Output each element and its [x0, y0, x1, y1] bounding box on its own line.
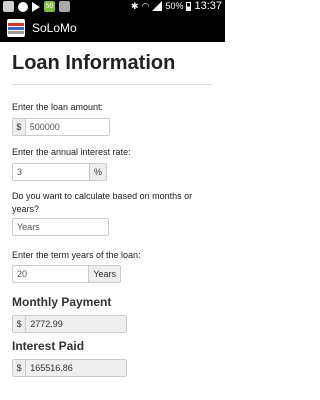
- loan-amount-field: $: [12, 118, 110, 136]
- interest-rate-label: Enter the annual interest rate:: [12, 147, 131, 157]
- currency-prefix: $: [13, 119, 26, 135]
- whatsapp-notification-icon: [18, 1, 28, 12]
- term-input[interactable]: [13, 266, 89, 282]
- interest-paid-field: $: [12, 359, 127, 377]
- interest-rate-input[interactable]: [13, 164, 89, 180]
- bluetooth-icon: ✱: [131, 0, 139, 11]
- play-notification-icon: [32, 1, 40, 12]
- years-suffix: Years: [88, 266, 120, 282]
- battery-percent: 50%: [165, 1, 184, 11]
- notification-icons: 50: [3, 1, 70, 12]
- interest-paid-output[interactable]: [26, 360, 126, 376]
- interest-paid-heading: Interest Paid: [12, 339, 85, 353]
- term-label: Enter the term years of the loan:: [12, 250, 141, 260]
- calc-basis-field: [12, 218, 109, 236]
- count-notification-icon: 50: [44, 1, 55, 12]
- calc-basis-input[interactable]: [13, 219, 108, 235]
- monthly-payment-heading: Monthly Payment: [12, 295, 112, 309]
- loan-amount-label: Enter the loan amount:: [12, 102, 104, 112]
- monthly-payment-field: $: [12, 315, 127, 333]
- signal-icon: [152, 1, 163, 11]
- monthly-payment-output[interactable]: [26, 316, 126, 332]
- action-bar: SoLoMo: [0, 15, 225, 42]
- app-title: SoLoMo: [32, 21, 77, 35]
- term-field: Years: [12, 265, 121, 283]
- clock: 13:37: [194, 0, 222, 12]
- page-title: Loan Information: [12, 52, 176, 74]
- interest-rate-field: %: [12, 163, 107, 181]
- title-divider: [12, 84, 213, 85]
- system-icons: ✱ ◠ 50% 13:37: [131, 0, 222, 12]
- calc-basis-label: Do you want to calculate based on months…: [12, 191, 193, 214]
- app-notification-icon: [59, 1, 70, 12]
- app-logo-icon[interactable]: [7, 19, 25, 37]
- percent-suffix: %: [88, 164, 106, 180]
- currency-prefix: $: [13, 316, 27, 332]
- email-notification-icon: [3, 1, 14, 12]
- battery-icon: [186, 1, 192, 11]
- wifi-icon: ◠: [141, 0, 150, 11]
- loan-amount-input[interactable]: [25, 119, 109, 135]
- currency-prefix: $: [13, 360, 27, 376]
- status-bar: 50 ✱ ◠ 50% 13:37: [0, 0, 225, 15]
